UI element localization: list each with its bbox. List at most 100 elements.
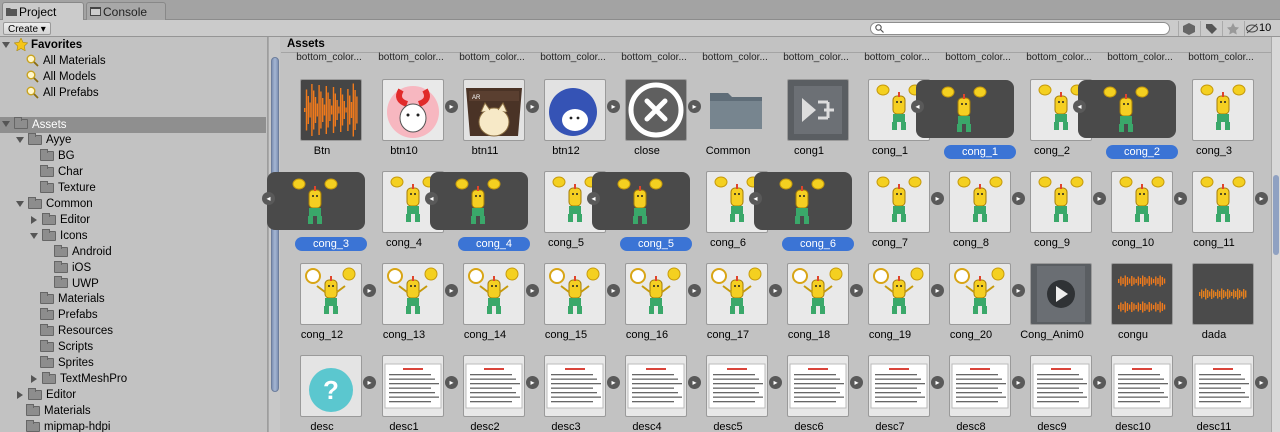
asset-thumbnail[interactable]: AR: [463, 79, 525, 141]
asset-item[interactable]: ▸ cong_16: [606, 259, 701, 349]
asset-item[interactable]: ▸ cong_20: [930, 259, 1025, 349]
asset-thumbnail[interactable]: [787, 263, 849, 325]
asset-item[interactable]: ▸ cong_15: [525, 259, 620, 349]
asset-item[interactable]: ◂ cong_1: [911, 75, 1016, 165]
asset-item[interactable]: congu: [1092, 259, 1174, 349]
collapsed-arrow-icon[interactable]: [31, 215, 37, 224]
collapse-arrow-icon[interactable]: ◂: [749, 192, 762, 205]
asset-thumbnail[interactable]: [544, 79, 606, 141]
asset-item[interactable]: Common: [687, 75, 769, 165]
asset-item[interactable]: ▸ cong_17: [687, 259, 782, 349]
asset-item[interactable]: ▸ cong_12: [281, 259, 376, 349]
asset-thumbnail[interactable]: [706, 355, 768, 417]
asset-thumbnail[interactable]: [463, 355, 525, 417]
search-input[interactable]: [870, 22, 1170, 35]
asset-item[interactable]: ▸ btn10: [363, 75, 458, 165]
tree-item-editor[interactable]: Editor: [16, 387, 76, 403]
favorite-button[interactable]: [1222, 21, 1242, 36]
asset-thumbnail[interactable]: [1192, 355, 1254, 417]
asset-grid-scrollbar[interactable]: [1271, 37, 1280, 432]
asset-thumbnail[interactable]: [300, 79, 362, 141]
asset-thumbnail[interactable]: [787, 79, 849, 141]
asset-item[interactable]: ▸ cong_13: [363, 259, 458, 349]
asset-thumbnail[interactable]: [1192, 171, 1254, 233]
hidden-packages-button[interactable]: [1244, 21, 1258, 36]
asset-item[interactable]: ◂ cong_3: [262, 167, 367, 257]
expanded-arrow-icon[interactable]: [2, 41, 10, 48]
collapse-arrow-icon[interactable]: ◂: [262, 192, 275, 205]
asset-item[interactable]: ▸ desc10: [1092, 351, 1187, 432]
asset-thumbnail[interactable]: [1030, 355, 1092, 417]
tab-console[interactable]: Console: [86, 2, 166, 20]
asset-item[interactable]: ▸ cong_18: [768, 259, 863, 349]
asset-item[interactable]: ▸ desc8: [930, 351, 1025, 432]
asset-item[interactable]: ◂ cong_5: [587, 167, 692, 257]
asset-thumbnail[interactable]: [625, 263, 687, 325]
tree-item-all-materials[interactable]: All Materials: [16, 53, 106, 69]
asset-item[interactable]: ▸ cong_9: [1011, 167, 1106, 257]
asset-thumbnail[interactable]: [382, 79, 444, 141]
asset-item[interactable]: ▸ btn12: [525, 75, 620, 165]
tree-item-ayye[interactable]: Ayye: [16, 132, 71, 148]
asset-item[interactable]: ▸ desc11: [1173, 351, 1268, 432]
asset-thumbnail[interactable]: [1111, 263, 1173, 325]
asset-thumbnail[interactable]: [868, 355, 930, 417]
collapse-arrow-icon[interactable]: ◂: [911, 100, 924, 113]
asset-thumbnail[interactable]: [463, 263, 525, 325]
asset-item[interactable]: ▸ cong_14: [444, 259, 539, 349]
asset-thumbnail[interactable]: [787, 355, 849, 417]
asset-thumbnail[interactable]: [949, 355, 1011, 417]
filter-by-label-button[interactable]: [1200, 21, 1220, 36]
asset-thumbnail[interactable]: [949, 171, 1011, 233]
tree-item-all-models[interactable]: All Models: [16, 69, 96, 85]
asset-item[interactable]: ▸ desc7: [849, 351, 944, 432]
tab-project[interactable]: Project: [2, 2, 84, 20]
asset-thumbnail[interactable]: [1192, 263, 1254, 325]
expand-arrow-icon[interactable]: ▸: [1255, 376, 1268, 389]
asset-item[interactable]: ▸ cong_19: [849, 259, 944, 349]
asset-thumbnail[interactable]: [1111, 355, 1173, 417]
asset-item[interactable]: ▸ cong_11: [1173, 167, 1268, 257]
asset-item[interactable]: ▸ cong_8: [930, 167, 1025, 257]
collapsed-arrow-icon[interactable]: [17, 390, 23, 399]
asset-thumbnail[interactable]: [1192, 79, 1254, 141]
tree-item-sprites[interactable]: Sprites: [30, 355, 94, 371]
asset-item[interactable]: ▸ close: [606, 75, 701, 165]
tree-item-icons[interactable]: Icons: [30, 228, 88, 244]
collapse-arrow-icon[interactable]: ◂: [425, 192, 438, 205]
asset-thumbnail[interactable]: [706, 263, 768, 325]
collapse-arrow-icon[interactable]: ◂: [587, 192, 600, 205]
asset-item[interactable]: ▸ cong_10: [1092, 167, 1187, 257]
tree-item-scripts[interactable]: Scripts: [30, 339, 93, 355]
tree-scrollbar[interactable]: [268, 37, 280, 432]
tree-item-favorites[interactable]: Favorites: [2, 37, 82, 53]
asset-grid-scrollbar-thumb[interactable]: [1273, 175, 1279, 255]
expanded-arrow-icon[interactable]: [30, 232, 38, 239]
tree-item-editor[interactable]: Editor: [30, 212, 90, 228]
asset-thumbnail[interactable]: [868, 171, 930, 233]
asset-thumbnail[interactable]: ?: [300, 355, 362, 417]
asset-item[interactable]: ▸ desc3: [525, 351, 620, 432]
tree-item-materials[interactable]: Materials: [30, 291, 105, 307]
expanded-arrow-icon[interactable]: [16, 137, 24, 144]
asset-thumbnail[interactable]: [625, 79, 687, 141]
tree-item-common[interactable]: Common: [16, 196, 93, 212]
asset-thumbnail[interactable]: [625, 355, 687, 417]
asset-thumbnail[interactable]: [1030, 263, 1092, 325]
asset-item[interactable]: ◂ cong_2: [1073, 75, 1178, 165]
asset-thumbnail[interactable]: [300, 263, 362, 325]
expand-arrow-icon[interactable]: ▸: [1255, 192, 1268, 205]
asset-item[interactable]: cong_3: [1173, 75, 1255, 165]
tree-item-texture[interactable]: Texture: [30, 180, 96, 196]
asset-thumbnail[interactable]: [382, 263, 444, 325]
collapse-arrow-icon[interactable]: ◂: [1073, 100, 1086, 113]
tree-item-all-prefabs[interactable]: All Prefabs: [16, 85, 99, 101]
asset-item[interactable]: ▸ desc4: [606, 351, 701, 432]
asset-item[interactable]: cong1: [768, 75, 850, 165]
tree-item-mipmap-hdpi[interactable]: mipmap-hdpi: [16, 419, 110, 432]
asset-item[interactable]: ◂ cong_6: [749, 167, 854, 257]
collapsed-arrow-icon[interactable]: [31, 374, 37, 383]
create-button[interactable]: Create ▾: [3, 22, 51, 35]
asset-thumbnail[interactable]: [1111, 171, 1173, 233]
asset-thumbnail[interactable]: [544, 263, 606, 325]
